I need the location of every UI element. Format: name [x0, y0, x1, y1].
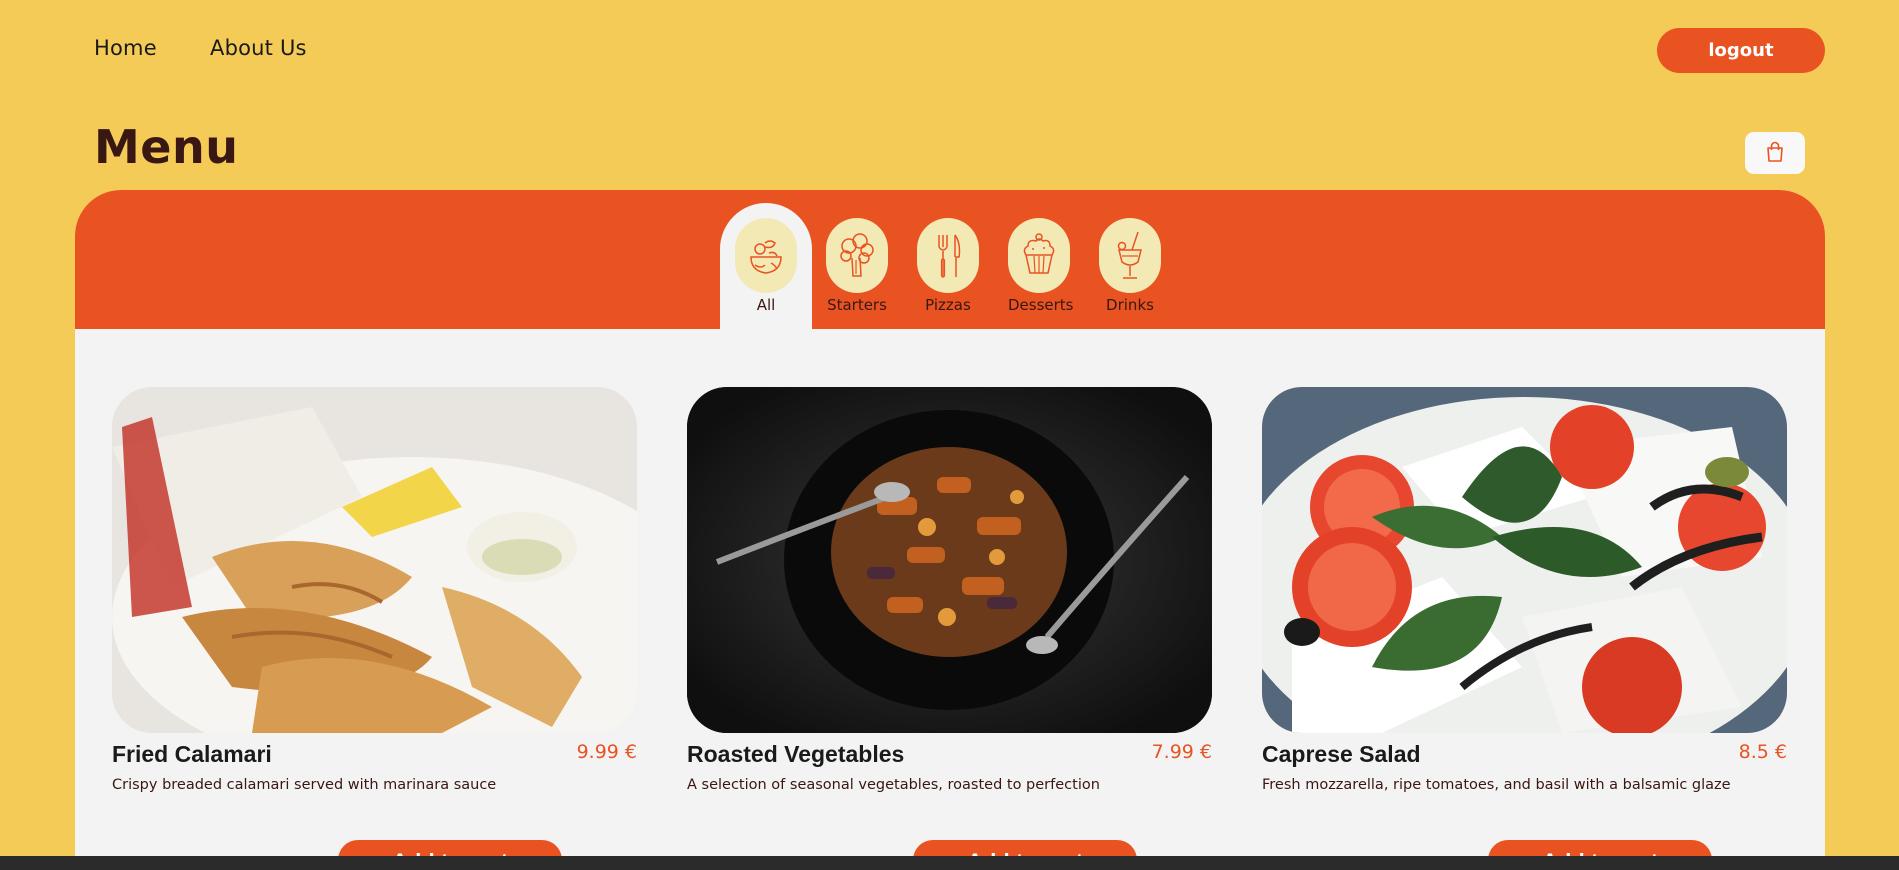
item-description: Crispy breaded calamari served with mari… [112, 777, 497, 793]
item-description: A selection of seasonal vegetables, roas… [687, 777, 1100, 793]
fried-calamari-image [112, 387, 637, 733]
roasted-vegetables-image [687, 387, 1212, 733]
tab-desserts[interactable]: Desserts [1008, 218, 1074, 314]
page-title: Menu [94, 120, 239, 174]
mixed-food-icon [735, 218, 797, 293]
top-navigation: Home About Us logout [0, 0, 1899, 100]
broccoli-icon [826, 218, 888, 293]
logout-button[interactable]: logout [1657, 28, 1825, 73]
nav-about-link[interactable]: About Us [210, 36, 307, 60]
tab-drinks[interactable]: Drinks [1099, 218, 1161, 314]
tab-label: All [756, 296, 776, 314]
cupcake-icon [1008, 218, 1070, 293]
menu-item-card[interactable]: Roasted Vegetables 7.99 € A selection of… [687, 387, 1212, 793]
item-description: Fresh mozzarella, ripe tomatoes, and bas… [1262, 777, 1731, 793]
fork-knife-icon [917, 218, 979, 293]
item-price: 7.99 € [1151, 741, 1212, 763]
menu-item-card[interactable]: Fried Calamari 9.99 € Crispy breaded cal… [112, 387, 637, 793]
menu-item-card[interactable]: Caprese Salad 8.5 € Fresh mozzarella, ri… [1262, 387, 1787, 793]
tab-label: Pizzas [925, 296, 971, 314]
tab-label: Starters [827, 296, 887, 314]
item-price: 9.99 € [576, 741, 637, 763]
cocktail-icon [1099, 218, 1161, 293]
taskbar [0, 856, 1899, 870]
shopping-bag-icon [1765, 141, 1785, 166]
item-name: Roasted Vegetables [687, 741, 905, 767]
item-name: Fried Calamari [112, 741, 272, 767]
item-name: Caprese Salad [1262, 741, 1421, 767]
tab-label: Drinks [1106, 296, 1154, 314]
nav-home-link[interactable]: Home [94, 36, 157, 60]
cart-button[interactable] [1745, 132, 1805, 174]
item-price: 8.5 € [1738, 741, 1787, 763]
tab-pizzas[interactable]: Pizzas [917, 218, 979, 314]
tab-label: Desserts [1008, 296, 1074, 314]
menu-panel: All Starters Pizzas Desserts Drinks Frie… [75, 190, 1825, 870]
category-bar: All Starters Pizzas Desserts Drinks [75, 190, 1825, 329]
tab-all[interactable]: All [735, 218, 797, 314]
tab-starters[interactable]: Starters [826, 218, 888, 314]
caprese-salad-image [1262, 387, 1787, 733]
